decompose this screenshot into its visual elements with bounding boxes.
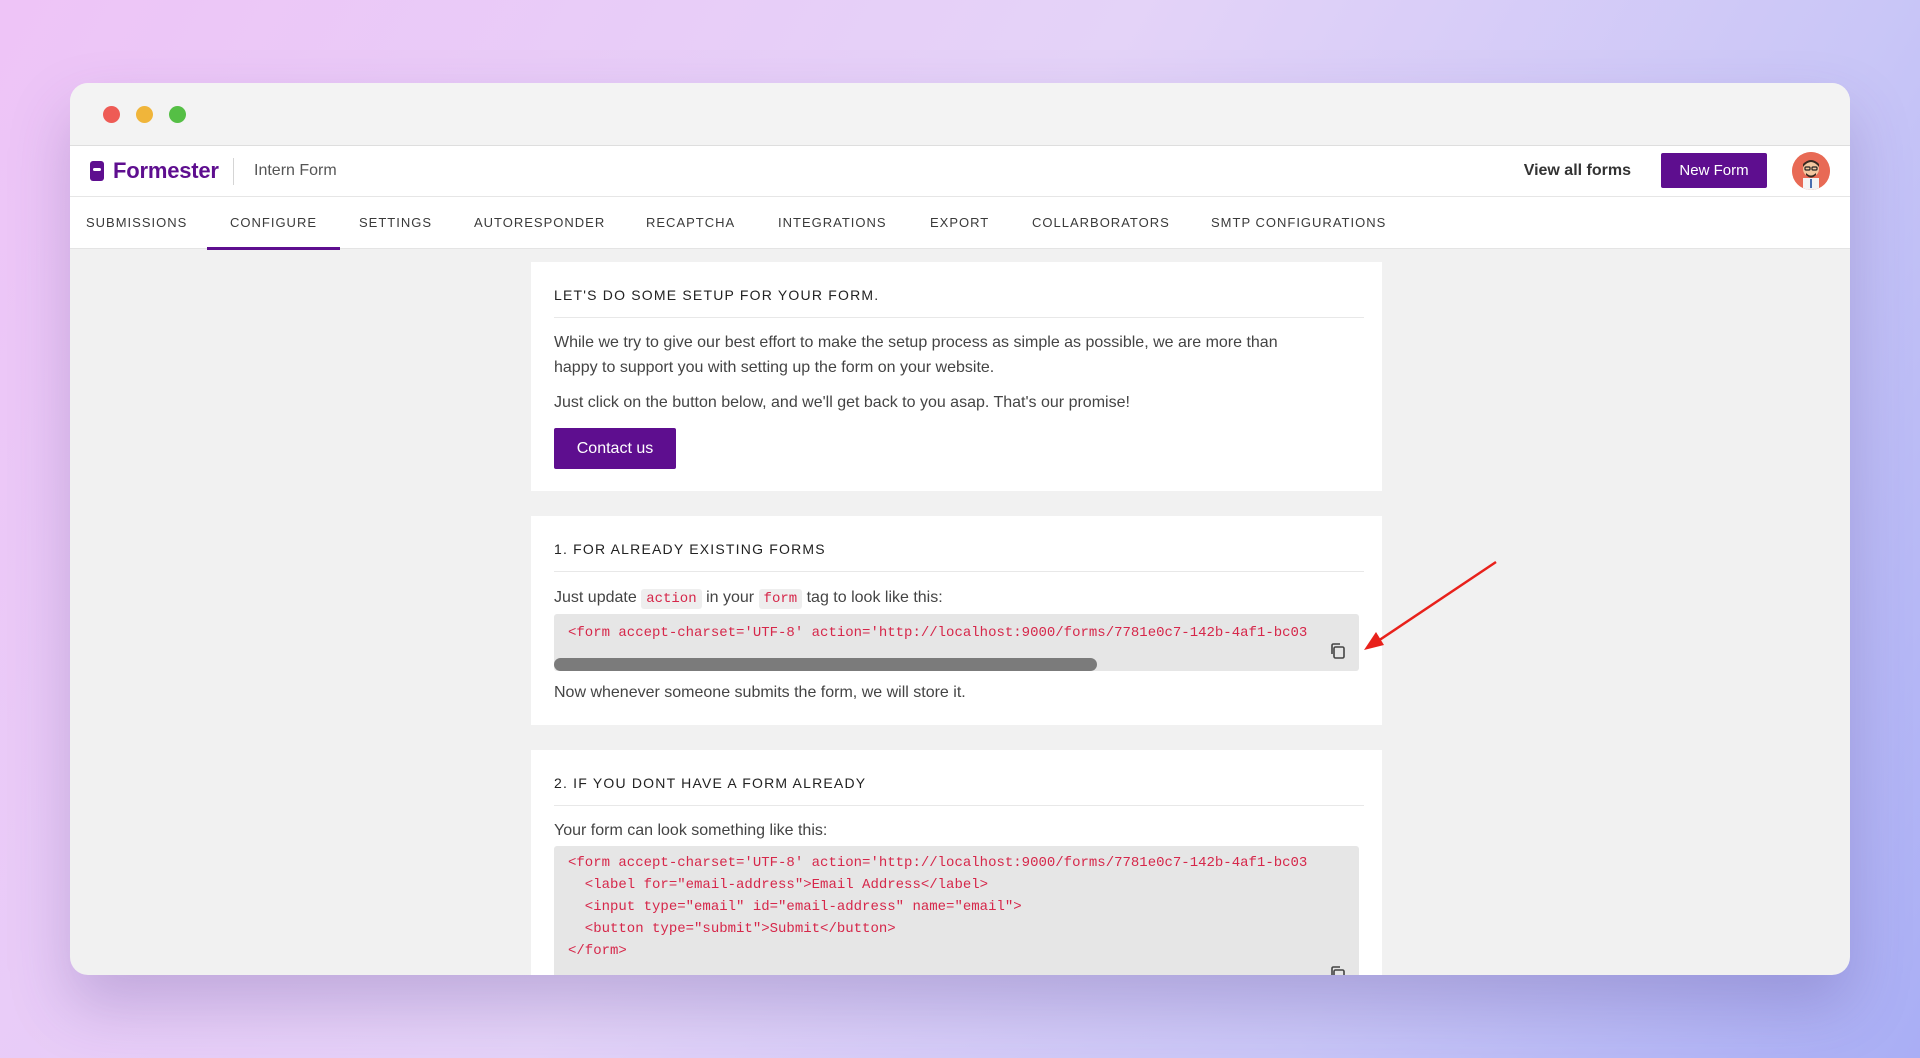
setup-card-title: LET'S DO SOME SETUP FOR YOUR FORM. <box>554 287 880 303</box>
instruction-prefix: Just update <box>554 589 637 606</box>
horizontal-scrollbar[interactable] <box>554 658 1097 671</box>
instruction-middle: in your <box>706 589 755 606</box>
new-form-code-block[interactable]: <form accept-charset='UTF-8' action='htt… <box>554 846 1359 975</box>
brand-logo[interactable]: Formester <box>90 158 219 184</box>
code-line: <form accept-charset='UTF-8' action='htt… <box>568 855 1308 871</box>
setup-promise-text: Just click on the button below, and we'l… <box>554 394 1130 411</box>
update-action-instructions: Just update action in your form tag to l… <box>554 585 943 612</box>
instruction-suffix: tag to look like this: <box>806 589 943 606</box>
browser-window: Formester Intern Form View all forms New… <box>70 83 1850 975</box>
tab-smtp-configurations[interactable]: SMTP CONFIGURATIONS <box>1211 197 1386 249</box>
header-divider <box>233 158 234 185</box>
avatar[interactable] <box>1792 152 1830 190</box>
tab-recaptcha[interactable]: RECAPTCHA <box>646 197 735 249</box>
brand-name: Formester <box>113 158 219 183</box>
copy-icon[interactable] <box>1329 965 1347 975</box>
tab-bar: SUBMISSIONS CONFIGURE SETTINGS AUTORESPO… <box>70 197 1850 250</box>
close-window-button[interactable] <box>103 106 120 123</box>
existing-forms-title: 1. FOR ALREADY EXISTING FORMS <box>554 541 826 557</box>
setup-card: LET'S DO SOME SETUP FOR YOUR FORM. While… <box>531 262 1382 491</box>
inline-code-action: action <box>641 589 702 609</box>
avatar-icon <box>1792 152 1830 190</box>
existing-forms-card: 1. FOR ALREADY EXISTING FORMS Just updat… <box>531 516 1382 725</box>
tab-collaborators[interactable]: COLLARBORATORS <box>1032 197 1170 249</box>
card-divider <box>554 317 1364 318</box>
code-line: <label for="email-address">Email Address… <box>568 877 989 893</box>
form-name: Intern Form <box>254 162 337 179</box>
tab-autoresponder[interactable]: AUTORESPONDER <box>474 197 605 249</box>
tab-submissions[interactable]: SUBMISSIONS <box>86 197 187 249</box>
code-line: </form> <box>568 943 627 959</box>
code-line: <input type="email" id="email-address" n… <box>568 899 1022 915</box>
card-divider <box>554 805 1364 806</box>
configure-content: LET'S DO SOME SETUP FOR YOUR FORM. While… <box>70 249 1850 975</box>
contact-us-button[interactable]: Contact us <box>554 428 676 469</box>
title-bar <box>70 83 1850 146</box>
code-line: <button type="submit">Submit</button> <box>568 921 896 937</box>
app-header: Formester Intern Form View all forms New… <box>70 146 1850 197</box>
card-divider <box>554 571 1364 572</box>
store-submission-note: Now whenever someone submits the form, w… <box>554 684 966 701</box>
copy-icon[interactable] <box>1329 642 1347 660</box>
inline-code-form: form <box>758 589 803 609</box>
minimize-window-button[interactable] <box>136 106 153 123</box>
code-line: <form accept-charset='UTF-8' action='htt… <box>568 625 1308 641</box>
view-all-forms-link[interactable]: View all forms <box>1524 162 1631 180</box>
tab-export[interactable]: EXPORT <box>930 197 989 249</box>
maximize-window-button[interactable] <box>169 106 186 123</box>
new-form-button[interactable]: New Form <box>1661 153 1767 188</box>
tab-settings[interactable]: SETTINGS <box>359 197 432 249</box>
existing-form-code-block[interactable]: <form accept-charset='UTF-8' action='htt… <box>554 614 1359 671</box>
formester-logo-icon <box>90 161 104 181</box>
tab-integrations[interactable]: INTEGRATIONS <box>778 197 887 249</box>
setup-description-line2: happy to support you with setting up the… <box>554 359 995 376</box>
form-example-intro: Your form can look something like this: <box>554 822 828 839</box>
new-form-title: 2. IF YOU DONT HAVE A FORM ALREADY <box>554 775 867 791</box>
new-form-card: 2. IF YOU DONT HAVE A FORM ALREADY Your … <box>531 750 1382 975</box>
tab-configure[interactable]: CONFIGURE <box>207 197 340 250</box>
setup-description-line1: While we try to give our best effort to … <box>554 334 1278 351</box>
